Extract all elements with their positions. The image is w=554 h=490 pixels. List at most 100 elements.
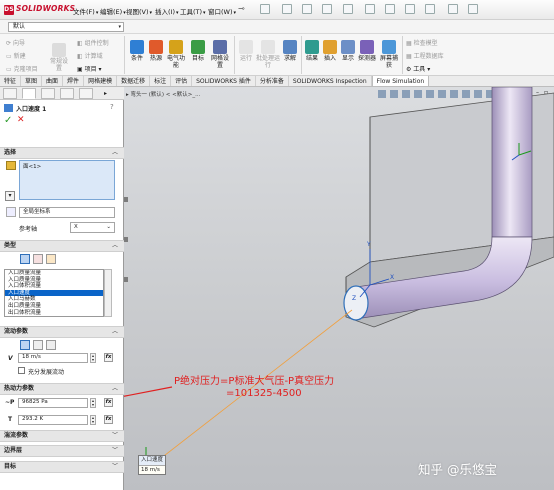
screen-capture-button[interactable]: 屏幕捕获 — [378, 40, 400, 69]
temperature-input[interactable]: 293.2 K — [18, 415, 88, 425]
section-thermodynamic[interactable]: 热动力参数 ︿ — [0, 383, 124, 395]
feature-tree-tab-icon[interactable] — [3, 88, 17, 99]
file-properties-icon[interactable] — [448, 4, 458, 14]
dimxpert-tab-icon[interactable] — [60, 88, 74, 99]
probe-button[interactable]: 探测器 — [356, 40, 378, 62]
check-model-button[interactable]: ▦ 检查模型 — [406, 38, 438, 47]
tab-flow-simulation[interactable]: Flow Simulation — [371, 76, 430, 86]
wall-type-icon[interactable] — [46, 254, 56, 264]
faces-selection-box[interactable]: 面<1> — [19, 160, 115, 200]
tab-analysis-prep[interactable]: 分析准备 — [256, 76, 289, 86]
property-manager-tab-icon[interactable] — [22, 88, 36, 99]
clone-project-button[interactable]: ▭ 克隆项目 — [6, 64, 38, 73]
filter-icon[interactable]: ▾ — [5, 191, 15, 201]
tab-surfaces[interactable]: 曲面 — [42, 76, 64, 86]
menu-tools[interactable]: 工具(T)▾ — [180, 6, 206, 16]
pressure-input[interactable]: 96825 Pa — [18, 398, 88, 408]
redo-icon[interactable] — [385, 4, 395, 14]
open-folder-icon[interactable] — [302, 4, 312, 14]
options-gear-icon[interactable] — [468, 4, 478, 14]
insert-button[interactable]: 插入 — [320, 40, 340, 62]
temperature-spinner[interactable]: ▴ ▾ — [90, 415, 96, 425]
type-list-item[interactable]: 入口体积流量 — [5, 283, 103, 290]
project-dropdown[interactable]: ▣ 项目 ▾ — [77, 64, 102, 73]
component-control-button[interactable]: ◧ 组件控制 — [77, 38, 109, 47]
solidworks-logo[interactable]: DS SOLIDWORKS — [4, 4, 75, 15]
new-project-button[interactable]: ▭ 新建 — [6, 51, 26, 60]
menu-view[interactable]: 视图(V)▾ — [126, 6, 152, 16]
new-document-icon[interactable] — [282, 4, 292, 14]
batch-run-button[interactable]: 批处理运行 — [256, 40, 280, 69]
inlet-flow-type-icon[interactable] — [20, 254, 30, 264]
boundary-type-list[interactable]: 入口质量流量 入口质量流量 入口体积流量 入口速度 入口马赫数 出口质量流量 出口体积流量 — [4, 269, 104, 317]
engineering-database-button[interactable]: ▦ 工程数据库 — [406, 51, 444, 60]
wizard-button[interactable]: ⟳ 向导 — [6, 38, 25, 47]
conditions-button[interactable]: 条件 — [127, 40, 147, 62]
fully-developed-checkbox[interactable] — [18, 367, 25, 374]
pin-icon[interactable]: ⊸ — [238, 4, 245, 13]
undo-icon[interactable] — [365, 4, 375, 14]
velocity-fx-button[interactable]: fx — [104, 353, 113, 362]
section-flow-parameters[interactable]: 流动参数 ︿ — [0, 326, 124, 338]
run-button[interactable]: 运行 — [236, 40, 256, 62]
velocity-input[interactable]: 18 m/s — [18, 353, 88, 363]
goals-button[interactable]: 目标 — [188, 40, 208, 62]
type-list-scrollbar[interactable] — [104, 269, 112, 317]
help-icon[interactable]: ? — [110, 103, 114, 111]
velocity-spinner[interactable]: ▴ ▾ — [90, 353, 96, 363]
tab-inspection[interactable]: SOLIDWORKS Inspection — [289, 76, 372, 86]
chevron-right-icon[interactable]: ▸ — [104, 90, 107, 97]
print-icon[interactable] — [343, 4, 353, 14]
reference-axis-select[interactable]: X ⌄ — [70, 222, 115, 233]
inlet-velocity-callout[interactable]: 入口速度 18 m/s — [138, 455, 166, 475]
configuration-select[interactable]: 默认 ▾ — [8, 22, 124, 32]
tab-sketch[interactable]: 草图 — [21, 76, 43, 86]
normal-to-face-icon[interactable] — [20, 340, 30, 350]
pressure-fx-button[interactable]: fx — [104, 398, 113, 407]
tools-dropdown[interactable]: ⚙ 工具 ▾ — [406, 64, 430, 73]
pressure-spinner[interactable]: ▴ ▾ — [90, 398, 96, 408]
configuration-tab-icon[interactable] — [41, 88, 55, 99]
tab-markup[interactable]: 标注 — [150, 76, 172, 86]
type-list-item[interactable]: 出口质量流量 — [5, 303, 103, 310]
menu-edit[interactable]: 编辑(E)▾ — [100, 6, 126, 16]
tab-features[interactable]: 特征 — [0, 76, 22, 86]
type-list-item[interactable]: 入口马赫数 — [5, 296, 103, 303]
section-boundary-layer[interactable]: 边界层 ﹀ — [0, 445, 124, 457]
tab-addins[interactable]: SOLIDWORKS 插件 — [192, 76, 256, 86]
display-button[interactable]: 显示 — [338, 40, 358, 62]
results-button[interactable]: 结果 — [302, 40, 322, 62]
section-type[interactable]: 类型 ︿ — [0, 240, 124, 252]
coordinate-system-field[interactable]: 全局坐标系 — [19, 207, 115, 218]
ok-check-icon[interactable]: ✓ — [4, 115, 12, 126]
direction-icon[interactable] — [46, 340, 56, 350]
section-selection[interactable]: 选择 ︿ — [0, 147, 124, 159]
tab-data-migration[interactable]: 数据迁移 — [117, 76, 151, 86]
cancel-x-icon[interactable]: ✕ — [17, 115, 25, 125]
home-icon[interactable] — [260, 4, 270, 14]
graphics-area[interactable]: ▸ 弯头一 (默认) < <默认>_... – ▫ Y X Z P绝对压力=P标… — [124, 87, 554, 490]
swirl-icon[interactable] — [33, 340, 43, 350]
save-icon[interactable] — [322, 4, 332, 14]
menu-window[interactable]: 窗口(W)▾ — [208, 6, 236, 16]
select-arrow-icon[interactable] — [405, 4, 415, 14]
computational-domain-button[interactable]: ◧ 计算域 — [77, 51, 103, 60]
tab-mesh-modeling[interactable]: 网格建模 — [84, 76, 118, 86]
type-list-item[interactable]: 出口体积流量 — [5, 310, 103, 316]
display-manager-tab-icon[interactable] — [79, 88, 93, 99]
heat-source-button[interactable]: 热源 — [146, 40, 166, 62]
menu-file[interactable]: 文件(F)▾ — [73, 6, 98, 16]
selected-face-item[interactable]: 面<1> — [20, 161, 114, 171]
pressure-opening-type-icon[interactable] — [33, 254, 43, 264]
general-settings-button[interactable]: 常规设置 — [48, 43, 70, 72]
solve-button[interactable]: 求解 — [280, 40, 300, 62]
electrical-button[interactable]: 电气功能 — [165, 40, 187, 69]
section-turbulence[interactable]: 湍流参数 ﹀ — [0, 430, 124, 442]
section-goals[interactable]: 目标 ﹀ — [0, 461, 124, 473]
tab-weldments[interactable]: 焊件 — [63, 76, 85, 86]
tab-evaluate[interactable]: 评估 — [171, 76, 193, 86]
mesh-settings-button[interactable]: 网格设置 — [209, 40, 231, 69]
menu-insert[interactable]: 插入(I)▾ — [155, 6, 179, 16]
type-list-item[interactable]: 入口质量流量 — [5, 270, 103, 277]
rebuild-icon[interactable] — [425, 4, 435, 14]
